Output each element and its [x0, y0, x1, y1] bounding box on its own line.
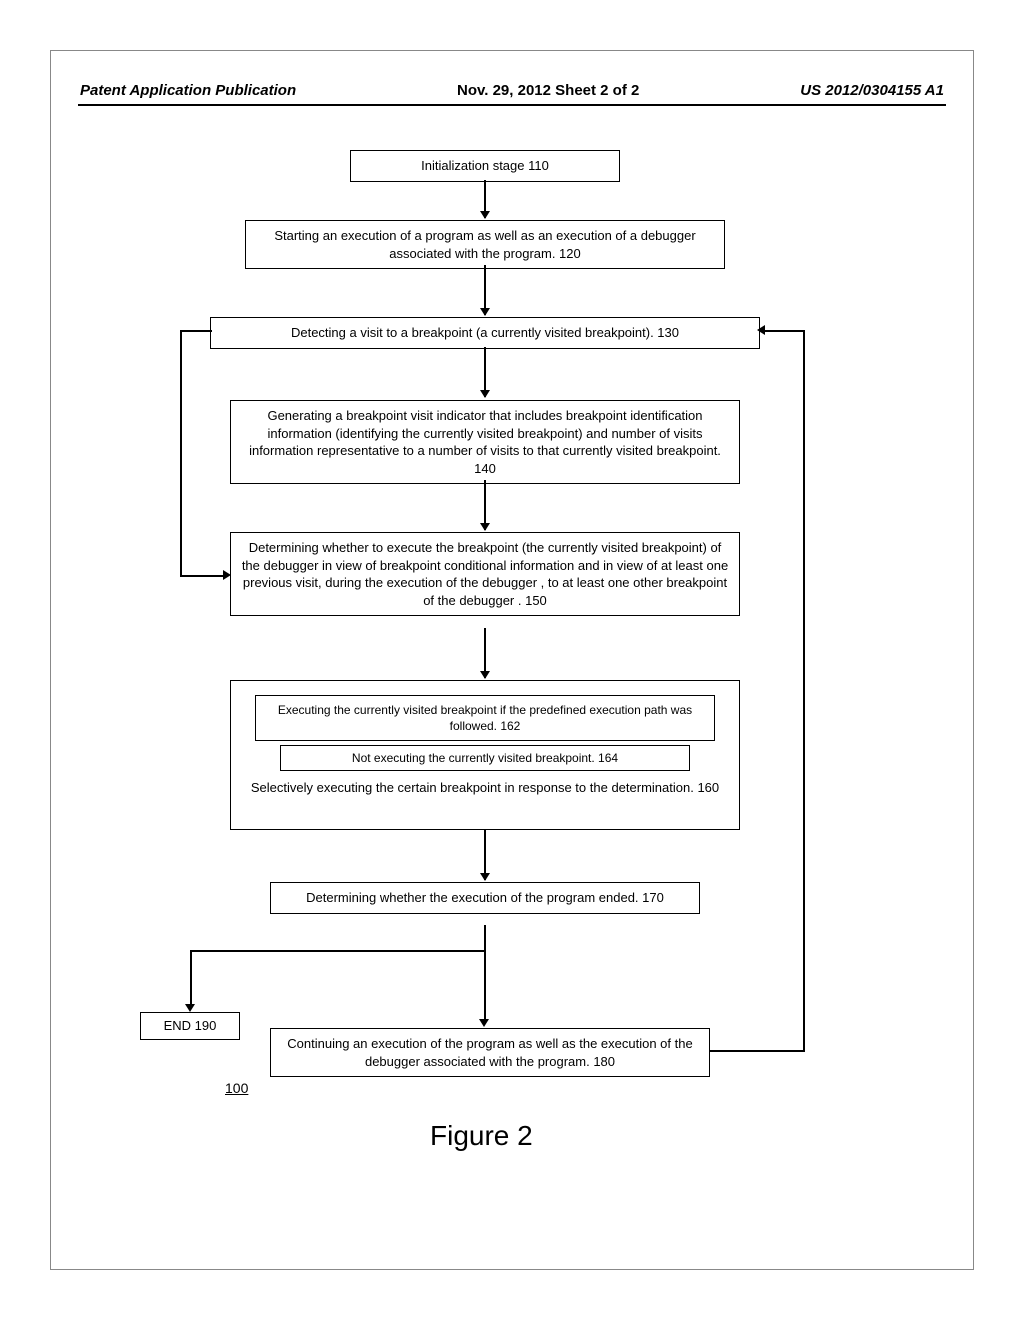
box-130: Detecting a visit to a breakpoint (a cur…: [210, 317, 760, 349]
line-170-split-v: [484, 925, 486, 950]
arrow-160-170: [484, 830, 486, 880]
box-150: Determining whether to execute the break…: [230, 532, 740, 616]
header-center: Nov. 29, 2012 Sheet 2 of 2: [457, 82, 639, 99]
box-130-text: Detecting a visit to a breakpoint (a cur…: [291, 325, 679, 340]
loop180-h1: [710, 1050, 805, 1052]
box-110-text: Initialization stage 110: [421, 158, 549, 173]
header-left: Patent Application Publication: [80, 82, 296, 99]
arrow-120-130: [484, 265, 486, 315]
box-162-text: Executing the currently visited breakpoi…: [278, 703, 692, 733]
figure-label: Figure 2: [430, 1120, 533, 1152]
line-to-180-v: [484, 950, 486, 1020]
box-170-text: Determining whether the execution of the…: [306, 890, 664, 905]
box-150-text: Determining whether to execute the break…: [242, 540, 728, 608]
header-right: US 2012/0304155 A1: [800, 82, 944, 99]
loop130-v: [180, 330, 182, 575]
loop180-v: [803, 330, 805, 1052]
arrow-loop-to-150: [223, 570, 231, 580]
box-120-text: Starting an execution of a program as we…: [274, 228, 695, 261]
box-170: Determining whether the execution of the…: [270, 882, 700, 914]
loop130-h2: [180, 575, 225, 577]
line-170-split-h: [190, 950, 486, 952]
box-120: Starting an execution of a program as we…: [245, 220, 725, 269]
reference-100: 100: [225, 1080, 248, 1096]
header-rule: [78, 104, 946, 106]
arrow-140-150: [484, 480, 486, 530]
box-140: Generating a breakpoint visit indicator …: [230, 400, 740, 484]
arrow-150-160: [484, 628, 486, 678]
arrow-loop-to-130: [757, 325, 765, 335]
arrow-130-140: [484, 347, 486, 397]
arrow-to-end: [185, 1004, 195, 1012]
box-110: Initialization stage 110: [350, 150, 620, 182]
box-160-text: Selectively executing the certain breakp…: [251, 780, 719, 795]
box-164: Not executing the currently visited brea…: [280, 745, 690, 771]
page-header: Patent Application Publication Nov. 29, …: [80, 82, 944, 99]
box-162: Executing the currently visited breakpoi…: [255, 695, 715, 741]
box-190-text: END 190: [164, 1018, 217, 1033]
box-190: END 190: [140, 1012, 240, 1040]
arrow-to-180: [479, 1019, 489, 1027]
box-164-text: Not executing the currently visited brea…: [352, 751, 618, 765]
box-180: Continuing an execution of the program a…: [270, 1028, 710, 1077]
box-180-text: Continuing an execution of the program a…: [287, 1036, 692, 1069]
loop180-h2: [764, 330, 805, 332]
line-to-end-v: [190, 950, 192, 1005]
box-160-caption: Selectively executing the certain breakp…: [240, 780, 730, 795]
box-140-text: Generating a breakpoint visit indicator …: [249, 408, 721, 476]
loop130-h1: [180, 330, 212, 332]
arrow-110-120: [484, 180, 486, 218]
